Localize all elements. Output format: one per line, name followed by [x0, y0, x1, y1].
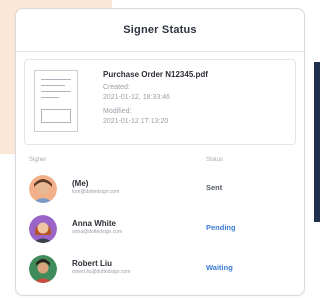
- modified-label: Modified:: [103, 108, 132, 115]
- modified-value: 2021-01-12 1T 13:20: [103, 118, 169, 125]
- signer-status-panel: Signer Status Purchase Order N12345.pdf …: [15, 8, 305, 296]
- avatar: [29, 215, 57, 243]
- panel-header: Signer Status: [16, 9, 304, 52]
- document-name: Purchase Order N12345.pdf: [103, 70, 208, 79]
- document-thumbnail: [34, 70, 78, 132]
- signer-row[interactable]: Robert Liu robert.liu@dottedsign.com Wai…: [16, 255, 306, 295]
- signer-row[interactable]: Anna White anna@dottedsign.com Pending: [16, 215, 306, 255]
- signer-name: Robert Liu: [72, 259, 112, 268]
- signer-name: (Me): [72, 179, 89, 188]
- document-card[interactable]: Purchase Order N12345.pdf Created: 2021-…: [24, 59, 296, 145]
- status-label: Pending: [206, 223, 236, 232]
- created-value: 2021-01-12, 18:33:46: [103, 94, 170, 101]
- avatar: [29, 255, 57, 283]
- panel-title: Signer Status: [123, 24, 197, 36]
- signer-email: anna@dottedsign.com: [72, 229, 123, 235]
- signer-row[interactable]: (Me) tom@dottedsign.com Sent: [16, 175, 306, 215]
- created-label: Created:: [103, 84, 130, 91]
- avatar: [29, 175, 57, 203]
- status-column-header: Status: [206, 157, 224, 163]
- status-label: Sent: [206, 183, 223, 192]
- signer-email: tom@dottedsign.com: [72, 189, 120, 195]
- accent-strip: [314, 62, 320, 222]
- status-label: Waiting: [206, 263, 233, 272]
- signer-email: robert.liu@dottedsign.com: [72, 269, 131, 275]
- signer-column-header: Signer: [29, 157, 47, 163]
- signer-name: Anna White: [72, 219, 116, 228]
